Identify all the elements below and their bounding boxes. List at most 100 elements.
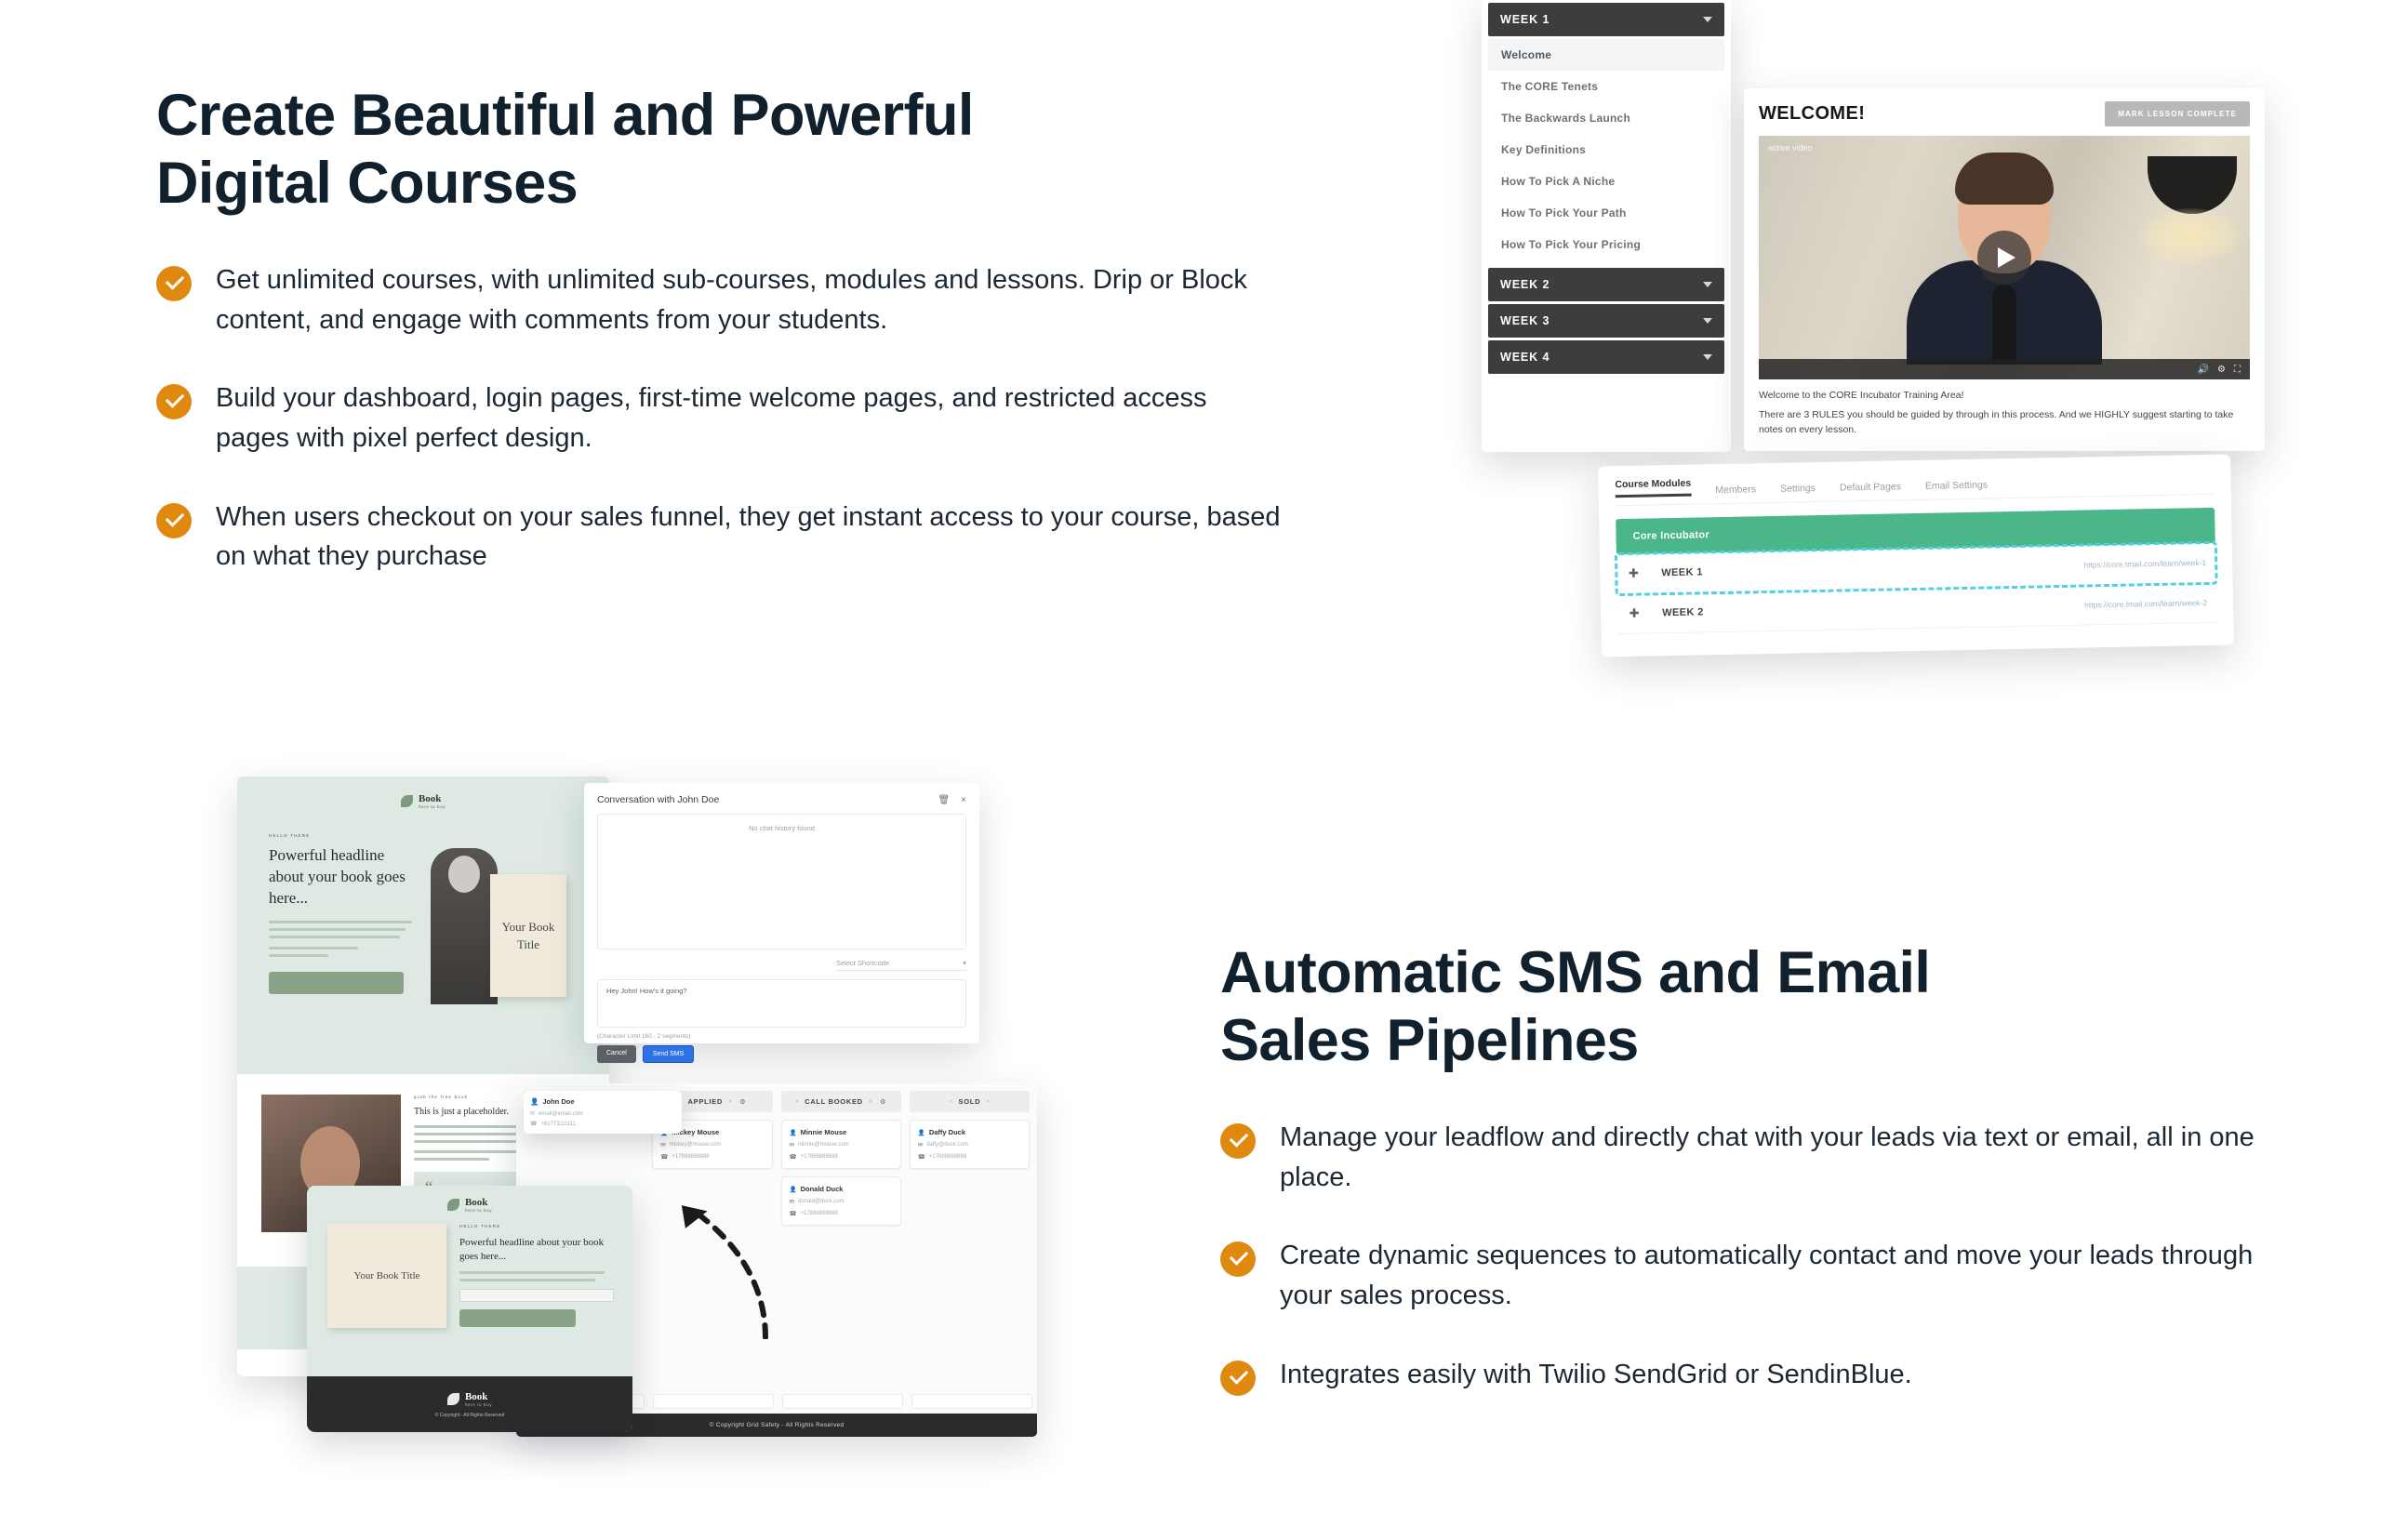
chevron-down-icon (1703, 17, 1712, 22)
user-icon: 👤 (789, 1129, 797, 1136)
volume-icon[interactable]: 🔊 (2198, 365, 2209, 375)
chevron-left-icon[interactable]: ‹ (796, 1098, 798, 1105)
phone-icon: ☎ (530, 1122, 538, 1127)
tab-default-pages[interactable]: Default Pages (1840, 481, 1901, 493)
bullet-text: Get unlimited courses, with unlimited su… (216, 265, 1247, 335)
send-sms-button[interactable]: Send SMS (642, 1045, 695, 1063)
drag-handle-icon[interactable]: ✚ (1626, 566, 1641, 581)
pipeline-column-call-booked: ‹ CALL BOOKED › ⚙ 👤 Minnie Mouse ✉ minnie@… (780, 1091, 901, 1226)
tab-email-settings[interactable]: Email Settings (1925, 480, 1988, 492)
chat-actions: Cancel Send SMS (597, 1045, 966, 1063)
sales-funnel-screenshot: Book here to buy HELLO THERE Powerful he… (186, 753, 1116, 1540)
sidebar-lesson-welcome[interactable]: Welcome (1488, 39, 1724, 71)
sidebar-lesson-pick-a-niche[interactable]: How To Pick A Niche (1488, 166, 1724, 197)
tablet-logo: Book here to buy (307, 1197, 632, 1213)
video-label: active video (1768, 143, 1813, 153)
book-cta-button[interactable]: GET MY FREE COPY (269, 971, 404, 994)
tablet-cta-button[interactable]: GET MY FREE COPY (459, 1308, 576, 1327)
tablet-footer-logo: Book here to buy (446, 1391, 492, 1407)
logo-tagline: here to buy (464, 1208, 493, 1213)
column-header[interactable]: ‹ CALL BOOKED › ⚙ (780, 1091, 901, 1112)
sidebar-lesson-core-tenets[interactable]: The CORE Tenets (1488, 71, 1724, 102)
dragged-lead-card[interactable]: 👤 John Doe ✉ email@email.com ☎ +61771111… (524, 1091, 682, 1134)
list-item: Manage your leadflow and directly chat w… (1220, 1118, 2299, 1197)
lead-email: minnie@mouse.com (797, 1142, 849, 1148)
sidebar-week-3[interactable]: WEEK 3 (1488, 304, 1724, 338)
column-title: CALL BOOKED (805, 1097, 863, 1106)
tablet-footer-copyright: © Copyright - All Rights Reserved (434, 1412, 505, 1418)
sidebar-lesson-key-definitions[interactable]: Key Definitions (1488, 134, 1724, 166)
message-input[interactable]: Hey John! How's it going? (597, 979, 966, 1028)
lesson-video-player[interactable]: active video 🔊 ⚙ ⛶ (1759, 136, 2250, 379)
phone-icon: ☎ (789, 1154, 797, 1161)
tab-settings[interactable]: Settings (1780, 483, 1816, 495)
tab-course-modules[interactable]: Course Modules (1615, 477, 1692, 498)
lesson-label: The CORE Tenets (1501, 80, 1599, 93)
chat-modal-header: Conversation with John Doe 🗑 × (597, 794, 966, 805)
lesson-body-text: Welcome to the CORE Incubator Training A… (1759, 390, 2250, 438)
play-icon[interactable] (1977, 231, 2031, 285)
chevron-right-icon[interactable]: › (870, 1098, 871, 1105)
lesson-content-panel: WELCOME! MARK LESSON COMPLETE active vid… (1744, 88, 2265, 451)
leaf-icon (400, 795, 413, 807)
list-item: Create dynamic sequences to automaticall… (1220, 1236, 2299, 1315)
mark-lesson-complete-button[interactable]: MARK LESSON COMPLETE (2105, 101, 2250, 126)
module-url[interactable]: https://core.tmail.com/learn/week-1 (2083, 558, 2206, 570)
book-hero-figure: Your Book Title (423, 833, 586, 1004)
tablet-footer: Book here to buy © Copyright - All Right… (307, 1376, 632, 1432)
lead-card[interactable]: 👤 Daffy Duck ✉ daffy@duck.com ☎ +1788888888… (909, 1120, 1030, 1169)
book-logo: Book here to buy (237, 793, 609, 809)
course-modules-tabs: Course Modules Members Settings Default … (1615, 467, 2215, 507)
week-label: WEEK 1 (1500, 13, 1550, 26)
drag-handle-icon[interactable]: ✚ (1627, 606, 1642, 621)
column-footer-strip (911, 1394, 1032, 1409)
pipeline-column-sold: ‹ SOLD › 👤 Daffy Duck ✉ daffy@duck.com ☎ +1… (909, 1091, 1030, 1226)
tab-members[interactable]: Members (1715, 484, 1756, 496)
email-field[interactable] (459, 1288, 614, 1302)
mail-icon: ✉ (917, 1142, 924, 1148)
microphone-decoration (1992, 285, 2016, 365)
book-paragraph (269, 920, 418, 957)
user-icon: 👤 (530, 1097, 539, 1106)
lead-card[interactable]: 👤 Minnie Mouse ✉ minnie@mouse.com ☎ +178888… (780, 1120, 901, 1169)
trash-icon[interactable]: 🗑 (938, 795, 950, 805)
shortcode-select[interactable]: Select Shortcode ▾ (836, 959, 966, 971)
cancel-button[interactable]: Cancel (597, 1045, 636, 1063)
gear-icon[interactable]: ⚙ (880, 1098, 885, 1106)
sms-heading: Automatic SMS and Email Sales Pipelines (1220, 939, 2299, 1075)
logo-name: Book (464, 1197, 488, 1208)
gear-icon[interactable]: ⚙ (2217, 365, 2226, 375)
sidebar-week-4[interactable]: WEEK 4 (1488, 340, 1724, 374)
book-hero-copy: HELLO THERE Powerful headline about your… (269, 833, 418, 994)
gear-icon[interactable]: ⚙ (739, 1098, 745, 1106)
chevron-down-icon: ▾ (963, 959, 966, 967)
character-count: (Character Limit 160 - 2 segments) (597, 1033, 691, 1040)
sidebar-week-2[interactable]: WEEK 2 (1488, 268, 1724, 301)
sidebar-lesson-backwards-launch[interactable]: The Backwards Launch (1488, 102, 1724, 134)
video-controls-bar[interactable]: 🔊 ⚙ ⛶ (1759, 359, 2250, 379)
column-header[interactable]: ‹ SOLD › (909, 1091, 1030, 1112)
chevron-right-icon[interactable]: › (729, 1098, 731, 1105)
check-icon (1220, 1360, 1256, 1396)
mail-icon: ✉ (789, 1142, 794, 1148)
lead-email: email@email.com (539, 1110, 583, 1117)
sidebar-lesson-pick-your-path[interactable]: How To Pick Your Path (1488, 197, 1724, 229)
lead-phone: +61771111111 (540, 1121, 577, 1127)
list-item: When users checkout on your sales funnel… (156, 498, 1310, 577)
courses-heading: Create Beautiful and Powerful Digital Co… (156, 82, 1310, 218)
book-headline: Powerful headline about your book goes h… (269, 846, 406, 907)
sms-heading-line1: Automatic SMS and Email (1220, 940, 1931, 1005)
sidebar-lesson-pick-your-pricing[interactable]: How To Pick Your Pricing (1488, 229, 1724, 260)
chevron-right-icon[interactable]: › (987, 1098, 989, 1105)
sidebar-week-1[interactable]: WEEK 1 (1488, 3, 1724, 36)
chevron-left-icon[interactable]: ‹ (950, 1098, 951, 1105)
sms-feature-text: Automatic SMS and Email Sales Pipelines … (1220, 939, 2299, 1396)
module-url[interactable]: https://core.tmail.com/learn/week-2 (2084, 598, 2207, 610)
close-icon[interactable]: × (961, 795, 966, 805)
lead-card[interactable]: 👤 Donald Duck ✉ donald@duck.com ☎ +17888888… (780, 1176, 901, 1226)
tablet-copy: HELLO THERE Powerful headline about your… (459, 1224, 614, 1328)
column-footer-strip (653, 1394, 774, 1409)
check-icon (156, 266, 192, 302)
fullscreen-icon[interactable]: ⛶ (2234, 365, 2241, 375)
check-icon (156, 384, 192, 420)
